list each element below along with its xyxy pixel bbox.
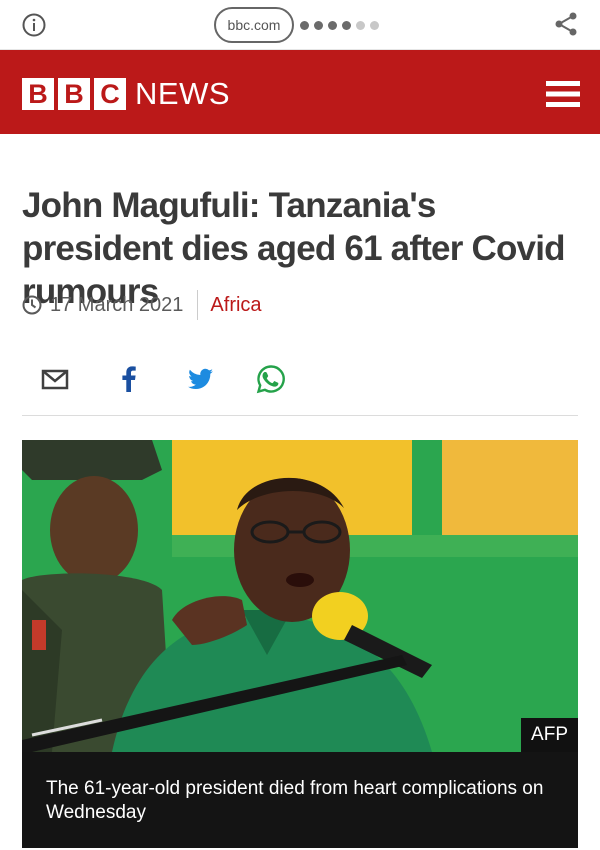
share-bar bbox=[22, 360, 578, 416]
category-link[interactable]: Africa bbox=[210, 294, 261, 317]
article-meta: 17 March 2021 Africa bbox=[22, 290, 262, 320]
section-name[interactable]: NEWS bbox=[135, 78, 230, 110]
facebook-icon[interactable] bbox=[114, 364, 144, 394]
divider bbox=[197, 290, 199, 320]
twitter-icon[interactable] bbox=[185, 364, 215, 394]
share-icon[interactable] bbox=[553, 11, 579, 37]
browser-toolbar: bbc.com bbox=[0, 0, 600, 50]
logo-letter: B bbox=[22, 78, 54, 110]
clock-icon bbox=[22, 295, 42, 315]
hamburger-menu-icon[interactable] bbox=[546, 81, 580, 107]
logo-letter: C bbox=[94, 78, 126, 110]
url-bar[interactable]: bbc.com bbox=[214, 7, 294, 43]
email-icon[interactable] bbox=[40, 364, 70, 394]
page-indicator-dots bbox=[300, 21, 379, 30]
image-credit: AFP bbox=[521, 718, 578, 752]
whatsapp-icon[interactable] bbox=[256, 364, 286, 394]
article-image[interactable]: AFP bbox=[22, 440, 578, 752]
site-header: B B C NEWS bbox=[0, 50, 600, 134]
logo-letter: B bbox=[58, 78, 90, 110]
bbc-logo[interactable]: B B C bbox=[22, 78, 126, 110]
president-photo bbox=[22, 440, 578, 752]
article-date: 17 March 2021 bbox=[50, 293, 184, 316]
info-icon[interactable] bbox=[22, 13, 46, 37]
image-caption: The 61-year-old president died from hear… bbox=[22, 752, 578, 848]
url-text: bbc.com bbox=[227, 17, 281, 33]
